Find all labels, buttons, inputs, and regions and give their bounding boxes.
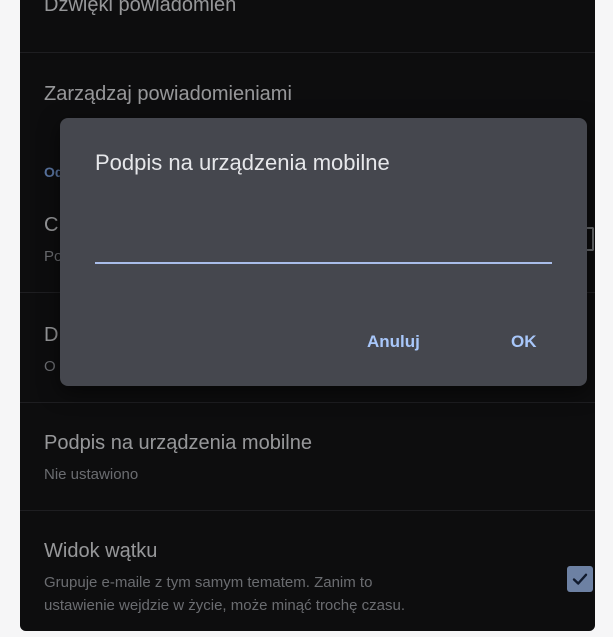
- dialog-title: Podpis na urządzenia mobilne: [95, 150, 390, 175]
- ok-button[interactable]: OK: [511, 332, 537, 352]
- signature-dialog: Podpis na urządzenia mobilne Anuluj OK: [60, 118, 587, 386]
- cancel-button[interactable]: Anuluj: [367, 332, 420, 352]
- signature-input[interactable]: [95, 218, 552, 264]
- settings-screen: Dźwięki powiadomień Zarządzaj powiadomie…: [20, 0, 595, 631]
